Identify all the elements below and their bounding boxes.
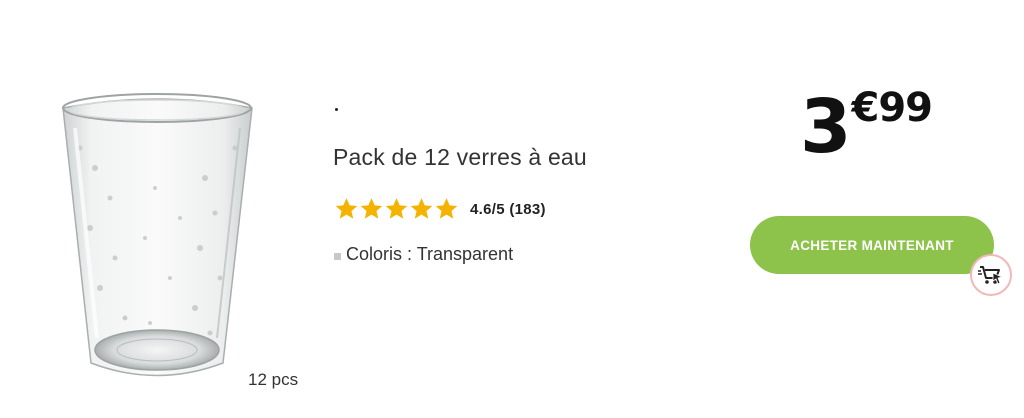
star-icon bbox=[335, 198, 358, 219]
cart-icon bbox=[978, 266, 1004, 285]
rating-stars bbox=[333, 196, 458, 222]
star-icon bbox=[435, 198, 458, 219]
separator-dot bbox=[335, 108, 338, 111]
product-card: 12 pcs Pack de 12 verres à eau 4.6/5 (18… bbox=[0, 0, 1024, 418]
water-glass-image bbox=[62, 93, 253, 377]
buy-now-button[interactable]: ACHETER MAINTENANT bbox=[750, 216, 994, 274]
color-label: Coloris : Transparent bbox=[346, 244, 514, 264]
price-integer: 3 bbox=[800, 84, 851, 170]
price-decimal: €99 bbox=[851, 85, 933, 131]
star-icon bbox=[410, 198, 433, 219]
cart-cursor-icon[interactable] bbox=[970, 254, 1012, 296]
quantity-label: 12 pcs bbox=[248, 370, 299, 389]
rating[interactable]: 4.6/5 (183) bbox=[333, 195, 546, 223]
bullet-icon bbox=[334, 252, 341, 260]
product-image[interactable] bbox=[55, 88, 260, 388]
product-title[interactable]: Pack de 12 verres à eau bbox=[333, 144, 587, 171]
color-attribute: Coloris : Transparent bbox=[334, 244, 513, 265]
price: 3 €99 bbox=[800, 82, 933, 172]
star-icon bbox=[360, 198, 383, 219]
rating-text: 4.6/5 (183) bbox=[470, 200, 546, 218]
star-icon bbox=[385, 198, 408, 219]
